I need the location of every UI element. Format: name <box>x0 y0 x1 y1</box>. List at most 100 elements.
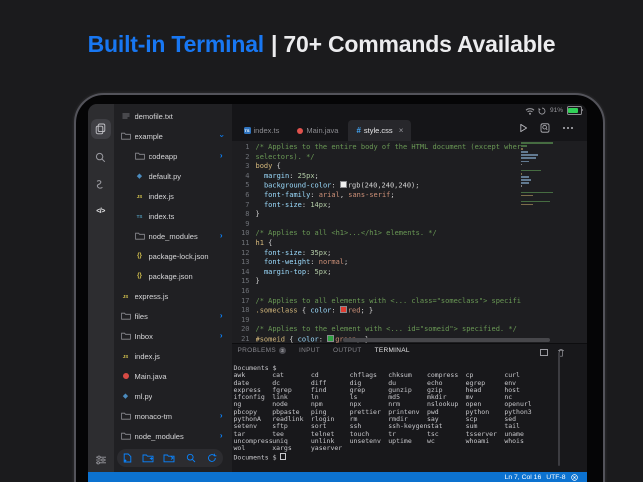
remote-button[interactable] <box>91 174 111 194</box>
line-number: 4 <box>245 171 250 180</box>
chevron-right-icon[interactable]: › <box>220 332 223 340</box>
battery-percent: 91% <box>549 107 563 114</box>
tree-item-label: files <box>134 311 148 321</box>
tree-item-node_modules[interactable]: node_modules › <box>114 426 232 446</box>
folder-icon <box>120 432 132 440</box>
explorer-toolbar <box>116 449 223 467</box>
tree-item-monaco-tm[interactable]: monaco-tm › <box>114 406 232 426</box>
title-rest: | 70+ Commands Available <box>270 31 556 57</box>
line-number: 19 <box>241 315 250 324</box>
ios-status-bar: 91% <box>525 106 583 115</box>
file-lines-icon <box>120 113 132 120</box>
tab-label: Main.java <box>306 126 339 135</box>
tree-item-label: node_modules <box>134 431 184 441</box>
tab-style.css[interactable]: # style.css × <box>348 120 412 141</box>
tree-item-Main.java[interactable]: Main.java <box>114 366 232 386</box>
open-folder-button[interactable] <box>162 451 176 465</box>
chevron-right-icon[interactable]: › <box>220 312 223 320</box>
tree-item-codeapp[interactable]: codeapp › <box>114 146 232 166</box>
panel-tab-input[interactable]: INPUT <box>299 347 320 354</box>
folder-icon <box>120 312 132 320</box>
color-swatch <box>339 306 347 314</box>
tab-bar: TS index.ts Main.java # style.css × <box>236 120 412 141</box>
code-line: 14 margin-top: 5px; <box>232 268 521 278</box>
new-folder-button[interactable] <box>141 451 155 465</box>
expand-panel-icon[interactable] <box>540 348 548 357</box>
tab-Main.java[interactable]: Main.java <box>289 120 346 141</box>
terminal-prompt-active[interactable]: Documents $ <box>234 452 577 461</box>
js-icon: JS <box>122 353 129 359</box>
line-number: 7 <box>245 200 250 209</box>
ts-file-icon: TS <box>243 127 251 134</box>
code-editor[interactable]: 1/* Applies to the entire body of the HT… <box>231 141 587 343</box>
more-button[interactable] <box>562 126 574 130</box>
tree-item-package-lock.json[interactable]: {} package-lock.json <box>114 246 232 266</box>
search-files-button[interactable] <box>184 451 198 465</box>
new-file-button[interactable] <box>120 451 134 465</box>
line-number: 15 <box>241 277 250 286</box>
minimap[interactable] <box>520 141 555 207</box>
chevron-down-icon[interactable]: › <box>217 135 226 138</box>
panel-tab-output[interactable]: OUTPUT <box>333 347 362 354</box>
chevron-right-icon[interactable]: › <box>220 412 223 420</box>
cursor-position[interactable]: Ln 7, Col 16 <box>505 474 542 481</box>
code-button[interactable]: </> <box>91 201 111 221</box>
problems-badge: 3 <box>279 347 287 354</box>
files-icon <box>95 123 106 135</box>
encoding-indicator[interactable]: UTF-8 <box>546 474 565 481</box>
line-number: 12 <box>241 248 250 257</box>
tree-item-express.js[interactable]: JS express.js <box>114 286 232 306</box>
wifi-icon <box>525 107 535 115</box>
terminal-output[interactable]: Documents $ awk cat cd chflags chksum compress… <box>234 364 577 461</box>
dismiss-keyboard-icon[interactable] <box>570 473 578 481</box>
tree-item-files[interactable]: files › <box>114 306 232 326</box>
tree-item-label: index.ts <box>148 211 175 221</box>
tree-item-node_modules[interactable]: node_modules › <box>114 226 232 246</box>
settings-button[interactable] <box>91 450 111 470</box>
run-button[interactable] <box>519 123 528 133</box>
color-swatch <box>327 334 335 342</box>
folder-icon <box>120 132 132 140</box>
explorer-button[interactable] <box>90 119 111 139</box>
tree-item-label: example <box>134 131 163 141</box>
tree-item-label: index.js <box>134 351 160 361</box>
screenshot-canvas: Built-in Terminal | 70+ Commands Availabl… <box>0 0 643 482</box>
tree-item-example[interactable]: example › <box>114 126 232 146</box>
horizontal-scrollbar[interactable] <box>342 338 550 342</box>
preview-button[interactable] <box>540 123 550 133</box>
refresh-button[interactable] <box>205 451 219 465</box>
panel-tab-label: OUTPUT <box>333 347 362 354</box>
title-accent: Built-in Terminal <box>87 31 265 57</box>
line-number: 18 <box>241 306 250 315</box>
folder-icon <box>134 152 146 160</box>
tree-item-demofile.txt[interactable]: demofile.txt <box>114 106 232 126</box>
tab-index.ts[interactable]: TS index.ts <box>236 120 288 141</box>
code-line: 9 <box>232 220 521 230</box>
file-tree: demofile.txt example › codeapp › ◆ default.py J… <box>114 106 232 446</box>
chevron-right-icon[interactable]: › <box>220 152 223 160</box>
code-line: 20/* Applies to the element with <... id… <box>232 325 521 335</box>
tree-item-label: package.json <box>148 271 193 281</box>
tree-item-index.js[interactable]: JS index.js <box>114 346 232 366</box>
tree-item-index.js[interactable]: JS index.js <box>114 186 232 206</box>
tree-item-ml.py[interactable]: ◆ ml.py <box>114 386 232 406</box>
close-tab-icon[interactable]: × <box>399 126 404 135</box>
panel-tab-label: INPUT <box>299 347 321 354</box>
search-button[interactable] <box>91 147 111 167</box>
js-icon: JS <box>122 293 129 299</box>
tree-item-index.ts[interactable]: TS index.ts <box>114 206 232 226</box>
tree-item-default.py[interactable]: ◆ default.py <box>114 166 232 186</box>
terminal-scrollbar[interactable] <box>557 352 560 466</box>
panel-tab-problems[interactable]: PROBLEMS 3 <box>238 347 287 354</box>
tree-item-label: Main.java <box>134 371 167 381</box>
tree-item-package.json[interactable]: {} package.json <box>114 266 232 286</box>
folder-icon <box>134 232 146 240</box>
terminal-row: wol xargs yaserver <box>234 444 577 452</box>
chevron-right-icon[interactable]: › <box>220 432 223 440</box>
line-number: 6 <box>245 190 250 199</box>
chevron-right-icon[interactable]: › <box>220 232 223 240</box>
panel-tab-terminal[interactable]: TERMINAL <box>375 347 410 354</box>
editor-actions <box>519 123 574 133</box>
line-number: 14 <box>241 267 250 276</box>
tree-item-Inbox[interactable]: Inbox › <box>114 326 232 346</box>
